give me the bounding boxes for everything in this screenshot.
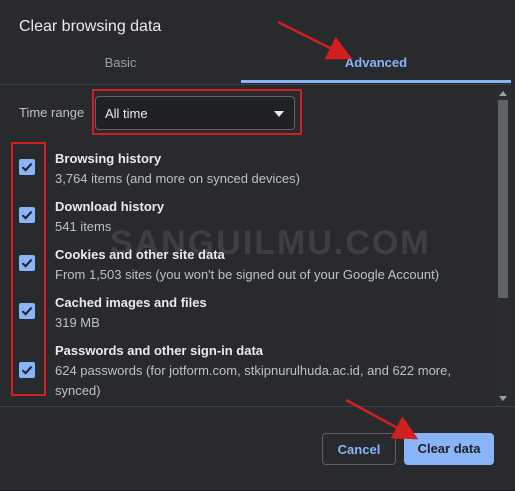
item-description: 319 MB [55,315,100,330]
cancel-button[interactable]: Cancel [322,433,396,465]
check-icon [21,365,33,375]
time-range-select[interactable]: All time [95,96,295,130]
item-description: 624 passwords (for jotform.com, stkipnur… [55,363,451,398]
time-range-value: All time [105,106,148,121]
scrollbar-thumb[interactable] [498,100,508,298]
check-icon [21,306,33,316]
item-description: From 1,503 sites (you won't be signed ou… [55,267,440,282]
item-title: Cached images and files [55,295,207,310]
time-range-label: Time range [19,105,85,120]
clear-browsing-data-dialog: Clear browsing data Basic Advanced Time … [0,0,515,490]
dialog-footer: Cancel Clear data [0,406,515,491]
item-description: 541 items [55,219,112,234]
item-title: Cookies and other site data [55,247,225,262]
item-title: Download history [55,199,165,214]
dialog-title: Clear browsing data [19,18,162,35]
scrollbar[interactable] [496,86,511,406]
checkbox-passwords[interactable] [19,362,35,378]
chevron-down-icon [274,111,284,117]
checkbox-browsing-history[interactable] [19,159,35,175]
check-icon [21,162,33,172]
item-title: Passwords and other sign-in data [55,343,264,358]
clear-data-button[interactable]: Clear data [404,433,494,465]
checkbox-cookies[interactable] [19,255,35,271]
options-scroll-area: Time range All time Browsing history 3,7… [0,86,496,406]
check-icon [21,210,33,220]
checkbox-download-history[interactable] [19,207,35,223]
tab-bar: Basic Advanced [0,48,511,85]
checkbox-cached-images[interactable] [19,303,35,319]
item-description: 3,764 items (and more on synced devices) [55,171,300,186]
tab-advanced[interactable]: Advanced [241,48,511,83]
item-title: Browsing history [55,151,162,166]
check-icon [21,258,33,268]
tab-basic[interactable]: Basic [0,48,241,82]
scroll-up-icon[interactable] [499,91,507,96]
scroll-down-icon[interactable] [499,396,507,401]
